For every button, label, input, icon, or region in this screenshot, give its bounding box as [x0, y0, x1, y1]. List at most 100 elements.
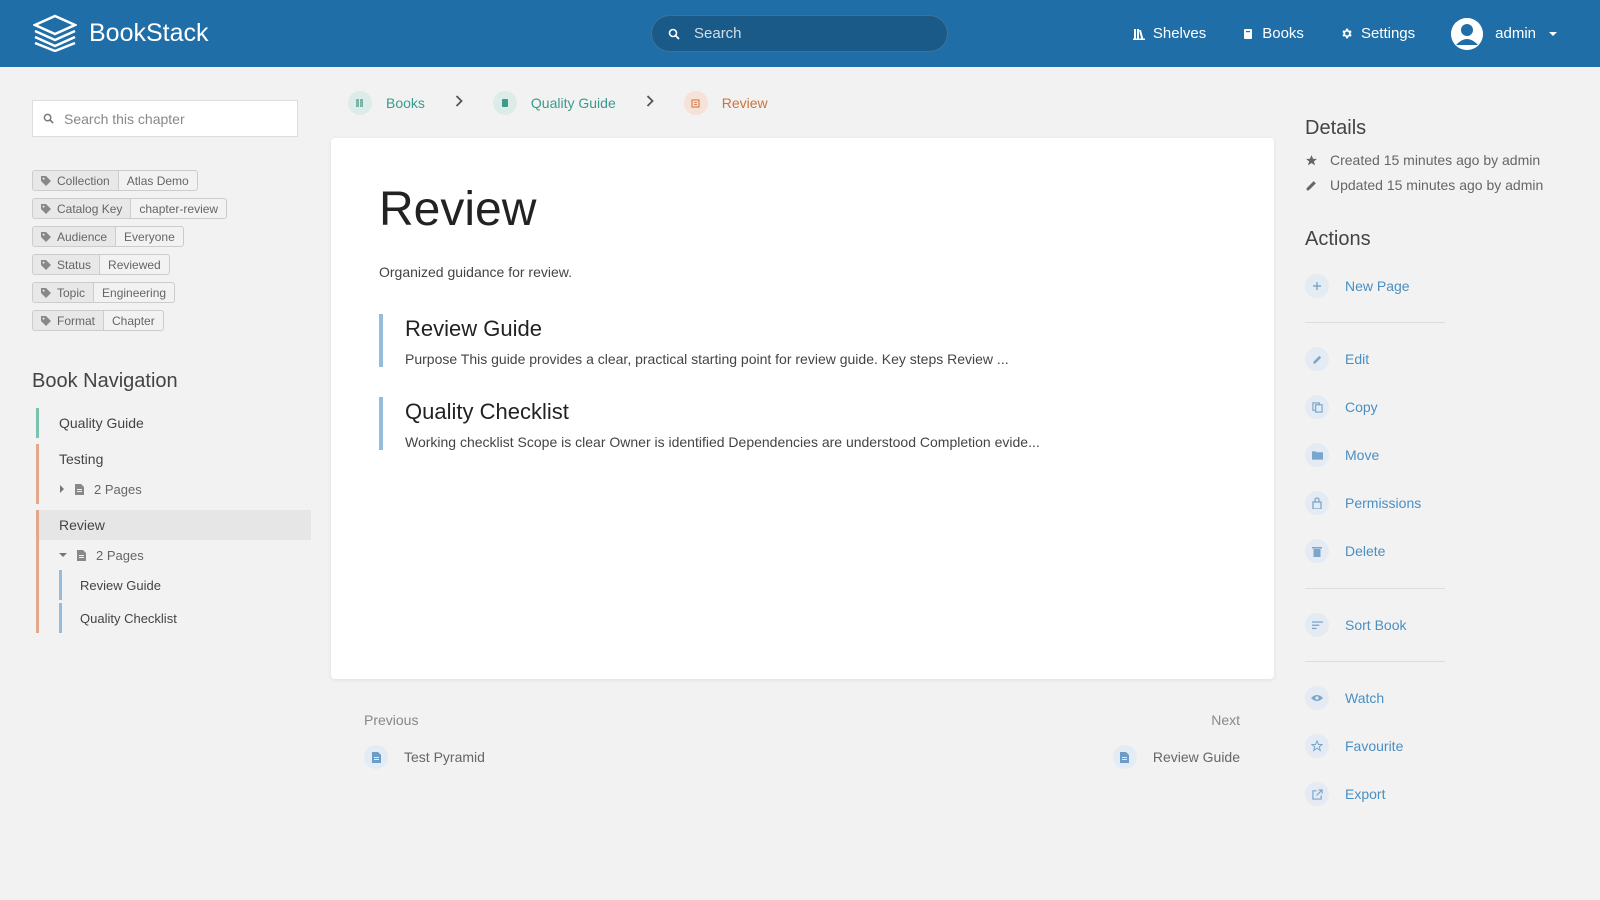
nav-shelves[interactable]: Shelves: [1132, 25, 1207, 42]
previous-label: Previous: [364, 712, 419, 728]
breadcrumb-book[interactable]: Quality Guide: [492, 91, 616, 115]
copy-button[interactable]: Copy: [1305, 395, 1378, 419]
top-header: BookStack Shelves Books Settings admin: [0, 0, 1600, 67]
nav-chapter-pages-count: 2 Pages: [94, 481, 142, 497]
tag-name[interactable]: Status: [32, 254, 100, 275]
book-navigation: Quality Guide Testing 2 Pages Review 2 P…: [36, 408, 311, 636]
nav-shelves-label: Shelves: [1152, 25, 1207, 42]
tag-name-text: Format: [57, 313, 96, 328]
nav-book-label: Quality Guide: [59, 415, 144, 431]
watch-button[interactable]: Watch: [1305, 686, 1384, 710]
tag-value[interactable]: Engineering: [93, 282, 176, 303]
tag-name[interactable]: Audience: [32, 226, 116, 247]
tag-name[interactable]: Format: [32, 310, 104, 331]
nav-books[interactable]: Books: [1242, 25, 1304, 42]
tag[interactable]: Audience Everyone: [32, 226, 227, 247]
delete-button[interactable]: Delete: [1305, 539, 1385, 563]
tag-name-text: Status: [57, 257, 92, 272]
breadcrumb-chapter-label: Review: [721, 95, 768, 111]
delete-label: Delete: [1345, 543, 1386, 559]
caret-right-icon: [60, 485, 64, 493]
nav-chapter-label[interactable]: Testing: [39, 444, 311, 474]
move-button[interactable]: Move: [1305, 443, 1379, 467]
nav-chapter-review: Review 2 Pages Review Guide Quality Chec…: [36, 510, 311, 633]
page-icon: [1112, 745, 1137, 769]
book-navigation-title: Book Navigation: [32, 370, 178, 392]
nav-settings-label: Settings: [1360, 25, 1416, 42]
next-title: Review Guide: [1152, 749, 1240, 765]
tag-name[interactable]: Collection: [32, 170, 118, 191]
nav-chapter-pages-toggle[interactable]: 2 Pages: [39, 474, 311, 504]
user-name: admin: [1495, 25, 1536, 42]
nav-settings[interactable]: Settings: [1340, 25, 1415, 42]
pencil-icon: [1306, 180, 1316, 190]
tag-name-text: Audience: [57, 229, 108, 244]
header-nav: Shelves Books Settings admin: [1097, 0, 1558, 67]
nav-book-item[interactable]: Quality Guide: [36, 408, 311, 438]
nav-page-item[interactable]: Review Guide: [59, 570, 311, 600]
bookstack-logo-icon: [33, 14, 77, 52]
previous-title: Test Pyramid: [404, 749, 485, 765]
new-page-button[interactable]: New Page: [1305, 274, 1410, 298]
export-button[interactable]: Export: [1305, 782, 1385, 806]
permissions-button[interactable]: Permissions: [1305, 491, 1421, 515]
copy-icon: [1305, 395, 1329, 419]
tag-icon: [41, 175, 51, 186]
list-item[interactable]: Quality Checklist Working checklist Scop…: [379, 397, 1239, 450]
list-item[interactable]: Review Guide Purpose This guide provides…: [379, 314, 1239, 367]
actions-title: Actions: [1305, 228, 1371, 250]
sort-icon: [1305, 613, 1329, 637]
books-icon: [348, 91, 372, 115]
nav-books-label: Books: [1262, 25, 1304, 42]
entry-excerpt: Purpose This guide provides a clear, pra…: [405, 351, 1009, 367]
breadcrumb-chapter[interactable]: Review: [683, 91, 768, 115]
tag[interactable]: Status Reviewed: [32, 254, 227, 275]
avatar: [1451, 17, 1484, 50]
chapter-search[interactable]: [32, 100, 298, 137]
nav-chapter-pages-toggle[interactable]: 2 Pages: [39, 540, 311, 570]
tag-value[interactable]: Chapter: [103, 310, 164, 331]
entry-title: Review Guide: [405, 316, 542, 341]
nav-chapter-pages-count: 2 Pages: [96, 547, 144, 563]
tag[interactable]: Format Chapter: [32, 310, 227, 331]
next-label: Next: [1211, 712, 1240, 728]
tag-icon: [41, 315, 51, 326]
nav-page-item[interactable]: Quality Checklist: [59, 603, 311, 633]
global-search[interactable]: [651, 15, 948, 52]
nav-chapter-label[interactable]: Review: [39, 510, 311, 540]
chevron-right-icon: [646, 94, 654, 112]
breadcrumb-books-label: Books: [386, 95, 425, 111]
lock-icon: [1305, 491, 1329, 515]
previous-link[interactable]: Test Pyramid: [364, 745, 485, 769]
tag-value[interactable]: chapter-review: [130, 198, 228, 219]
move-label: Move: [1345, 447, 1380, 463]
user-menu[interactable]: admin: [1451, 17, 1558, 50]
shelves-icon: [1132, 28, 1145, 40]
favourite-button[interactable]: Favourite: [1305, 734, 1403, 758]
chapter-description: Organized guidance for review.: [379, 264, 572, 280]
user-avatar-icon: [1451, 17, 1484, 50]
pencil-icon: [1305, 347, 1329, 371]
tag-name[interactable]: Topic: [32, 282, 94, 303]
tag-name[interactable]: Catalog Key: [32, 198, 131, 219]
tag-icon: [41, 259, 51, 270]
divider: [1305, 661, 1445, 662]
next-link[interactable]: Review Guide: [1112, 745, 1240, 769]
logo[interactable]: BookStack: [33, 14, 209, 52]
tag-value[interactable]: Everyone: [115, 226, 184, 247]
star-outline-icon: [1305, 734, 1329, 758]
folder-icon: [1305, 443, 1329, 467]
tag[interactable]: Topic Engineering: [32, 282, 227, 303]
divider: [1305, 322, 1445, 323]
star-icon: [1306, 154, 1317, 165]
global-search-input[interactable]: [694, 25, 924, 42]
tag[interactable]: Catalog Key chapter-review: [32, 198, 228, 219]
breadcrumb-books[interactable]: Books: [348, 91, 425, 115]
sort-book-button[interactable]: Sort Book: [1305, 613, 1406, 637]
chapter-search-input[interactable]: [64, 110, 284, 127]
tag-value[interactable]: Reviewed: [99, 254, 170, 275]
tag-value[interactable]: Atlas Demo: [117, 170, 198, 191]
edit-button[interactable]: Edit: [1305, 347, 1369, 371]
caret-down-icon: [1549, 31, 1557, 36]
tag[interactable]: Collection Atlas Demo: [32, 170, 227, 191]
